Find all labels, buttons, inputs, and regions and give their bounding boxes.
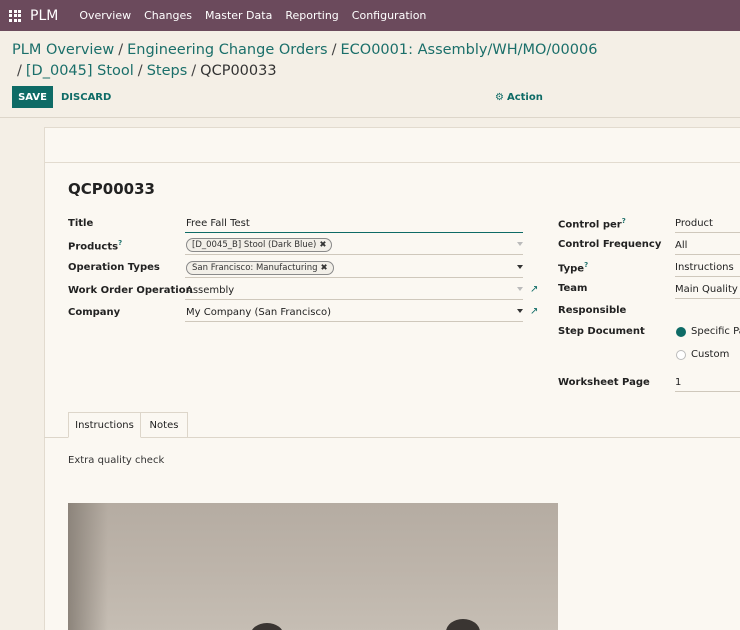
image-object bbox=[250, 623, 284, 630]
chevron-down-icon[interactable] bbox=[517, 309, 523, 313]
radio-custom[interactable] bbox=[676, 350, 686, 360]
remove-tag-icon[interactable]: ✖ bbox=[321, 263, 328, 273]
control-per-value: Product bbox=[675, 218, 713, 229]
work-order-operation-value: Assembly bbox=[186, 285, 235, 296]
control-per-label: Control per? bbox=[558, 217, 626, 231]
products-field[interactable]: [D_0045_B] Stool (Dark Blue) ✖ bbox=[185, 236, 523, 255]
breadcrumb-separator: / bbox=[17, 63, 22, 79]
title-input[interactable]: Free Fall Test bbox=[185, 214, 523, 233]
chevron-down-icon[interactable] bbox=[517, 265, 523, 269]
type-value: Instructions bbox=[675, 262, 734, 273]
operation-types-label: Operation Types bbox=[68, 262, 160, 273]
breadcrumb-separator: / bbox=[331, 42, 337, 58]
type-field[interactable]: Instructions bbox=[675, 258, 740, 277]
team-value: Main Quality T bbox=[675, 284, 740, 295]
breadcrumb-current: QCP00033 bbox=[200, 63, 277, 79]
external-link-icon[interactable]: ↗ bbox=[530, 284, 538, 295]
app-brand[interactable]: PLM bbox=[30, 8, 58, 24]
nav-reporting[interactable]: Reporting bbox=[285, 9, 338, 22]
tab-instructions[interactable]: Instructions bbox=[68, 412, 141, 438]
apps-grid-icon[interactable] bbox=[9, 9, 21, 22]
breadcrumb-stool[interactable]: [D_0045] Stool bbox=[26, 63, 134, 79]
record-title: QCP00033 bbox=[68, 180, 155, 198]
radio-specific-page[interactable] bbox=[676, 327, 686, 337]
remove-tag-icon[interactable]: ✖ bbox=[319, 240, 326, 250]
work-order-operation-label: Work Order Operation bbox=[68, 285, 193, 296]
worksheet-page-field[interactable]: 1 bbox=[675, 373, 740, 392]
image-object bbox=[446, 619, 480, 630]
products-label: Products? bbox=[68, 239, 123, 253]
control-frequency-value: All bbox=[675, 240, 688, 251]
team-label: Team bbox=[558, 283, 588, 294]
nav-configuration[interactable]: Configuration bbox=[352, 9, 427, 22]
control-frequency-field[interactable]: All bbox=[675, 236, 740, 255]
company-label: Company bbox=[68, 307, 121, 318]
work-order-operation-field[interactable]: Assembly bbox=[185, 281, 523, 300]
breadcrumb-steps[interactable]: Steps bbox=[147, 63, 188, 79]
worksheet-page-value: 1 bbox=[675, 377, 682, 388]
chevron-down-icon[interactable] bbox=[517, 287, 523, 291]
radio-custom-label[interactable]: Custom bbox=[691, 349, 729, 360]
breadcrumb-eco[interactable]: ECO0001: Assembly/WH/MO/00006 bbox=[341, 42, 598, 58]
company-value: My Company (San Francisco) bbox=[186, 307, 331, 318]
action-button[interactable]: ⚙ Action bbox=[495, 86, 543, 108]
operation-types-field[interactable]: San Francisco: Manufacturing ✖ bbox=[185, 259, 523, 278]
discard-button[interactable]: DISCARD bbox=[61, 86, 111, 108]
products-tag: [D_0045_B] Stool (Dark Blue) ✖ bbox=[186, 238, 333, 252]
breadcrumb-separator: / bbox=[118, 42, 124, 58]
title-input-value: Free Fall Test bbox=[186, 218, 250, 229]
nav-master-data[interactable]: Master Data bbox=[205, 9, 272, 22]
instruction-image bbox=[68, 503, 558, 630]
nav-overview[interactable]: Overview bbox=[79, 9, 131, 22]
breadcrumb-engineering-change-orders[interactable]: Engineering Change Orders bbox=[127, 42, 328, 58]
operation-types-tag: San Francisco: Manufacturing ✖ bbox=[186, 261, 334, 275]
action-label: Action bbox=[506, 91, 543, 103]
sheet-header-bar bbox=[45, 128, 740, 163]
control-frequency-label: Control Frequency bbox=[558, 239, 662, 250]
breadcrumb-separator: / bbox=[137, 63, 143, 79]
type-label: Type? bbox=[558, 261, 589, 275]
top-navbar: PLM Overview Changes Master Data Reporti… bbox=[0, 0, 740, 31]
external-link-icon[interactable]: ↗ bbox=[530, 306, 538, 317]
breadcrumb-separator: / bbox=[191, 63, 197, 79]
company-field[interactable]: My Company (San Francisco) bbox=[185, 303, 523, 322]
title-label: Title bbox=[68, 218, 94, 229]
breadcrumb: PLM Overview / Engineering Change Orders / E… bbox=[12, 40, 732, 82]
team-field[interactable]: Main Quality T bbox=[675, 280, 740, 299]
worksheet-page-label: Worksheet Page bbox=[558, 377, 650, 388]
gear-icon: ⚙ bbox=[495, 91, 504, 103]
radio-specific-page-label[interactable]: Specific Pa bbox=[691, 326, 740, 337]
save-button[interactable]: SAVE bbox=[12, 86, 53, 108]
control-per-field[interactable]: Product bbox=[675, 214, 740, 233]
tab-notes[interactable]: Notes bbox=[141, 412, 188, 438]
nav-changes[interactable]: Changes bbox=[144, 9, 192, 22]
responsible-label: Responsible bbox=[558, 305, 627, 316]
control-panel-divider bbox=[0, 117, 740, 118]
instructions-text: Extra quality check bbox=[68, 455, 165, 466]
chevron-down-icon[interactable] bbox=[517, 242, 523, 246]
breadcrumb-plm-overview[interactable]: PLM Overview bbox=[12, 42, 114, 58]
step-document-label: Step Document bbox=[558, 326, 645, 337]
